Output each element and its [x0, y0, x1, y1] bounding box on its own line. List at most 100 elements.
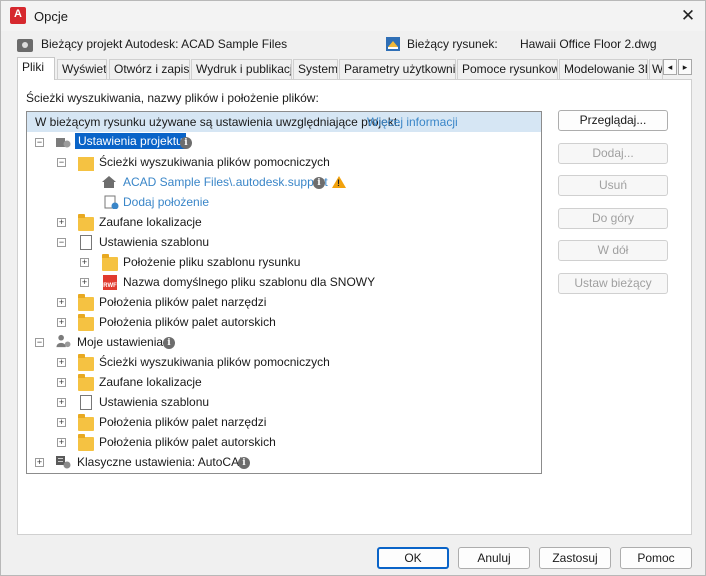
- folder-icon: [78, 414, 94, 431]
- drawing-file-icon: [386, 37, 400, 51]
- tree-node-template-settings[interactable]: − Ustawienia szablonu: [27, 234, 537, 252]
- tree-node-add-location[interactable]: Dodaj położenie: [27, 194, 537, 212]
- current-drawing-label: Bieżący rysunek:: [407, 37, 498, 51]
- cancel-button[interactable]: Anuluj: [458, 547, 530, 569]
- tab-plot-publish[interactable]: Wydruk i publikacja: [191, 59, 292, 79]
- info-icon[interactable]: i: [313, 177, 325, 189]
- tree-node-label: Ustawienia szablonu: [99, 395, 210, 409]
- window-title: Opcje: [34, 9, 68, 24]
- tree-node-classic-settings[interactable]: + Klasyczne ustawienia: AutoCAD i: [27, 454, 537, 472]
- more-info-link[interactable]: Więcej informacji: [367, 115, 458, 129]
- close-button[interactable]: ✕: [677, 5, 699, 27]
- tree-node-label: Zaufane lokalizacje: [99, 375, 202, 389]
- tree-node-trusted-locations[interactable]: + Zaufane lokalizacje: [27, 214, 537, 232]
- tab-display[interactable]: Wyświetl: [57, 59, 107, 79]
- rwf-file-icon: RWF: [103, 275, 117, 290]
- project-settings-icon: [56, 138, 71, 148]
- tree-node-my-settings[interactable]: − Moje ustawienia i: [27, 334, 537, 352]
- tab-scroll-right-button[interactable]: ▸: [678, 59, 692, 75]
- collapse-toggle[interactable]: −: [57, 158, 66, 167]
- apply-button[interactable]: Zastosuj: [539, 547, 611, 569]
- warning-mark: !: [337, 178, 340, 188]
- tree-node-template-file-location[interactable]: + Położenie pliku szablonu rysunku: [27, 254, 537, 272]
- expand-toggle[interactable]: +: [35, 458, 44, 467]
- tree-node-default-template-name[interactable]: + RWF Nazwa domyślnego pliku szablonu dl…: [27, 274, 537, 292]
- tab-strip: Pliki Wyświetl Otwórz i zapisz Wydruk i …: [17, 57, 693, 80]
- expand-toggle[interactable]: +: [57, 398, 66, 407]
- expand-toggle[interactable]: +: [57, 438, 66, 447]
- search-paths-label: Ścieżki wyszukiwania, nazwy plików i poł…: [26, 91, 319, 105]
- house-icon: [102, 176, 116, 188]
- tree-node-label: ACAD Sample Files\.autodesk.support: [123, 175, 328, 189]
- add-location-icon: [104, 195, 119, 209]
- set-current-button[interactable]: Ustaw bieżący: [558, 273, 668, 294]
- user-settings-icon: [56, 334, 71, 348]
- tab-scroll-left-button[interactable]: ◂: [663, 59, 677, 75]
- title-bar: A Opcje ✕: [1, 1, 705, 31]
- collapse-toggle[interactable]: −: [35, 138, 44, 147]
- options-dialog: A Opcje ✕ Bieżący projekt Autodesk: ACAD…: [0, 0, 706, 576]
- tab-user-preferences[interactable]: Parametry użytkownika: [339, 59, 456, 79]
- browse-button[interactable]: Przeglądaj...: [558, 110, 668, 131]
- expand-toggle[interactable]: +: [57, 298, 66, 307]
- help-button[interactable]: Pomoc: [620, 547, 692, 569]
- tree-node-project-settings[interactable]: − Ustawienia projektu i: [27, 133, 537, 152]
- folder-icon: [78, 314, 94, 331]
- folder-icon: [78, 294, 94, 311]
- info-icon[interactable]: i: [180, 137, 192, 149]
- tab-drafting[interactable]: Pomoce rysunkowe: [457, 59, 558, 79]
- ok-button[interactable]: OK: [377, 547, 449, 569]
- tree-node-authoring-palette-locations[interactable]: + Położenia plików palet autorskich: [27, 314, 537, 332]
- tree-node-label: Położenia plików palet autorskich: [99, 435, 276, 449]
- tree-node-label: Ustawienia projektu: [75, 133, 186, 149]
- folder-icon: [102, 254, 118, 271]
- open-folder-icon: [78, 157, 94, 171]
- folder-icon: [78, 354, 94, 371]
- add-button[interactable]: Dodaj...: [558, 143, 668, 164]
- tab-3d-modeling[interactable]: Modelowanie 3D: [559, 59, 648, 79]
- tree-node-label: Dodaj położenie: [123, 195, 210, 209]
- current-project-label: Bieżący projekt Autodesk: ACAD Sample Fi…: [41, 37, 288, 51]
- tree-node-user-support-paths[interactable]: + Ścieżki wyszukiwania plików pomocniczy…: [27, 354, 537, 372]
- autocad-app-icon: A: [10, 7, 26, 24]
- search-paths-tree[interactable]: W bieżącym rysunku używane są ustawienia…: [26, 111, 542, 474]
- info-icon[interactable]: i: [163, 337, 175, 349]
- tab-more[interactable]: W: [649, 59, 663, 79]
- tree-node-tool-palette-locations[interactable]: + Położenia plików palet narzędzi: [27, 294, 537, 312]
- tab-system[interactable]: System: [293, 59, 338, 79]
- tree-node-user-template-settings[interactable]: + Ustawienia szablonu: [27, 394, 537, 412]
- tree-node-label: Położenia plików palet narzędzi: [99, 295, 267, 309]
- tree-node-support-paths[interactable]: − Ścieżki wyszukiwania plików pomocniczy…: [27, 154, 537, 172]
- tree-node-label: Ścieżki wyszukiwania plików pomocniczych: [99, 355, 330, 369]
- expand-toggle[interactable]: +: [57, 218, 66, 227]
- folder-icon: [78, 374, 94, 391]
- expand-toggle[interactable]: +: [57, 418, 66, 427]
- tree-node-label: Ustawienia szablonu: [99, 235, 210, 249]
- tab-files[interactable]: Pliki: [17, 57, 55, 80]
- expand-toggle[interactable]: +: [80, 258, 89, 267]
- expand-toggle[interactable]: +: [57, 318, 66, 327]
- expand-toggle[interactable]: +: [80, 278, 89, 287]
- move-down-button[interactable]: W dół: [558, 240, 668, 261]
- tab-open-save[interactable]: Otwórz i zapisz: [109, 59, 190, 79]
- tree-node-user-authoring-palette-locations[interactable]: + Położenia plików palet autorskich: [27, 434, 537, 452]
- expand-toggle[interactable]: +: [57, 358, 66, 367]
- tree-node-user-tool-palette-locations[interactable]: + Położenia plików palet narzędzi: [27, 414, 537, 432]
- expand-toggle[interactable]: +: [57, 378, 66, 387]
- move-up-button[interactable]: Do góry: [558, 208, 668, 229]
- tree-node-label: Klasyczne ustawienia: AutoCAD: [77, 455, 248, 469]
- tree-node-label: Moje ustawienia: [77, 335, 164, 349]
- files-panel: Ścieżki wyszukiwania, nazwy plików i poł…: [17, 79, 692, 535]
- tree-node-support-path-entry[interactable]: ACAD Sample Files\.autodesk.support i !: [27, 174, 537, 192]
- template-document-icon: [80, 235, 92, 250]
- project-settings-message: W bieżącym rysunku używane są ustawienia…: [35, 115, 401, 129]
- collapse-toggle[interactable]: −: [35, 338, 44, 347]
- collapse-toggle[interactable]: −: [57, 238, 66, 247]
- tree-node-label: Nazwa domyślnego pliku szablonu dla SNOW…: [123, 275, 376, 289]
- remove-button[interactable]: Usuń: [558, 175, 668, 196]
- tree-node-user-trusted-locations[interactable]: + Zaufane lokalizacje: [27, 374, 537, 392]
- info-icon[interactable]: i: [238, 457, 250, 469]
- tree-info-banner: W bieżącym rysunku używane są ustawienia…: [27, 112, 541, 132]
- classic-settings-icon: [56, 456, 71, 469]
- template-document-icon: [80, 395, 92, 410]
